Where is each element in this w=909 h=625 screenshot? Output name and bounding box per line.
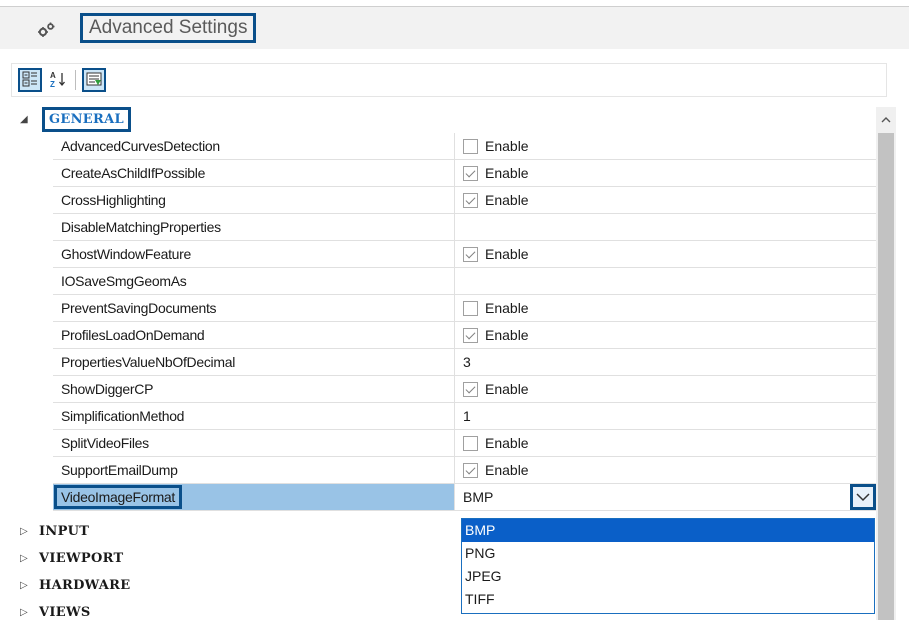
svg-text:Z: Z: [50, 80, 55, 88]
property-value[interactable]: Enable: [463, 133, 529, 159]
checkbox[interactable]: [463, 246, 478, 262]
property-value[interactable]: Enable: [463, 187, 529, 213]
property-name: SimplificationMethod: [53, 403, 455, 429]
property-grid-toolbar: A Z: [11, 63, 887, 97]
property-name: PropertiesValueNbOfDecimal: [53, 349, 455, 375]
expand-triangle-icon[interactable]: ▷: [20, 607, 28, 618]
checkbox[interactable]: [463, 165, 478, 181]
chevron-down-icon: [856, 489, 870, 505]
svg-text:A: A: [50, 71, 56, 80]
vertical-scrollbar[interactable]: [876, 107, 896, 620]
property-pages-button[interactable]: [82, 68, 106, 92]
panel-title: Advanced Settings: [80, 13, 257, 43]
category-label: GENERAL: [42, 107, 131, 132]
sort-alphabetical-icon: A Z: [49, 70, 67, 91]
scrollbar-thumb[interactable]: [878, 133, 894, 620]
property-row[interactable]: SupportEmailDump Enable: [53, 457, 876, 484]
toolbar-separator: [75, 70, 76, 90]
property-value[interactable]: Enable: [463, 241, 529, 267]
category-label: VIEWS: [39, 605, 91, 620]
expand-triangle-icon[interactable]: ▷: [20, 526, 28, 537]
categorized-view-button[interactable]: [18, 68, 42, 92]
checkbox[interactable]: [463, 381, 478, 397]
property-value[interactable]: Enable: [463, 295, 529, 321]
property-name: ProfilesLoadOnDemand: [53, 322, 455, 348]
property-value[interactable]: Enable: [463, 322, 529, 348]
property-row[interactable]: ShowDiggerCP Enable: [53, 376, 876, 403]
alphabetical-sort-button[interactable]: A Z: [46, 68, 70, 92]
dropdown-option-tiff[interactable]: TIFF: [462, 588, 874, 611]
category-label: HARDWARE: [39, 578, 131, 593]
dropdown-value[interactable]: BMP: [455, 484, 876, 510]
dropdown-list: BMP PNG JPEG TIFF: [461, 518, 875, 614]
dropdown-option-bmp[interactable]: BMP: [462, 519, 874, 542]
property-row[interactable]: CreateAsChildIfPossible Enable: [53, 160, 876, 187]
dropdown-option-jpeg[interactable]: JPEG: [462, 565, 874, 588]
property-row[interactable]: SimplificationMethod 1: [53, 403, 876, 430]
checkbox[interactable]: [463, 300, 478, 316]
checkbox[interactable]: [463, 138, 478, 154]
property-row[interactable]: PreventSavingDocuments Enable: [53, 295, 876, 322]
property-name: SupportEmailDump: [53, 457, 455, 483]
property-pages-icon: [86, 71, 102, 90]
categorized-icon: [22, 71, 38, 90]
property-value[interactable]: 3: [463, 349, 471, 375]
property-name: PreventSavingDocuments: [53, 295, 455, 321]
property-name: AdvancedCurvesDetection: [53, 133, 455, 159]
panel-header: Advanced Settings: [0, 7, 909, 49]
dropdown-option-png[interactable]: PNG: [462, 542, 874, 565]
checkbox[interactable]: [463, 462, 478, 478]
checkbox[interactable]: [463, 435, 478, 451]
dropdown-button[interactable]: [850, 484, 876, 510]
property-name: GhostWindowFeature: [53, 241, 455, 267]
property-row[interactable]: IOSaveSmgGeomAs: [53, 268, 876, 295]
selected-property-label: VideoImageFormat: [54, 485, 183, 509]
property-row[interactable]: PropertiesValueNbOfDecimal 3: [53, 349, 876, 376]
property-value[interactable]: Enable: [463, 376, 529, 402]
gears-icon: [36, 21, 58, 39]
expand-triangle-icon[interactable]: ▷: [20, 553, 28, 564]
property-name: VideoImageFormat: [53, 484, 455, 510]
window-top-border: [0, 0, 909, 7]
category-general[interactable]: ◢ GENERAL: [11, 107, 876, 132]
property-row[interactable]: GhostWindowFeature Enable: [53, 241, 876, 268]
property-value[interactable]: 1: [463, 403, 471, 429]
property-name: CreateAsChildIfPossible: [53, 160, 455, 186]
property-row[interactable]: CrossHighlighting Enable: [53, 187, 876, 214]
scroll-up-button[interactable]: [878, 109, 894, 127]
property-row[interactable]: SplitVideoFiles Enable: [53, 430, 876, 457]
category-label: VIEWPORT: [39, 551, 124, 566]
property-row-selected[interactable]: VideoImageFormat BMP: [53, 484, 876, 511]
property-value[interactable]: Enable: [463, 430, 529, 456]
property-row[interactable]: DisableMatchingProperties: [53, 214, 876, 241]
checkbox[interactable]: [463, 327, 478, 343]
property-row[interactable]: AdvancedCurvesDetection Enable: [53, 133, 876, 160]
chevron-up-icon: [881, 110, 891, 126]
property-name: CrossHighlighting: [53, 187, 455, 213]
property-name: SplitVideoFiles: [53, 430, 455, 456]
property-name: IOSaveSmgGeomAs: [53, 268, 455, 294]
category-label: INPUT: [39, 524, 90, 539]
property-name: DisableMatchingProperties: [53, 214, 455, 240]
checkbox[interactable]: [463, 192, 478, 208]
collapse-triangle-icon[interactable]: ◢: [20, 114, 28, 125]
property-value[interactable]: Enable: [463, 457, 529, 483]
property-row[interactable]: ProfilesLoadOnDemand Enable: [53, 322, 876, 349]
property-name: ShowDiggerCP: [53, 376, 455, 402]
expand-triangle-icon[interactable]: ▷: [20, 580, 28, 591]
property-value[interactable]: Enable: [463, 160, 529, 186]
